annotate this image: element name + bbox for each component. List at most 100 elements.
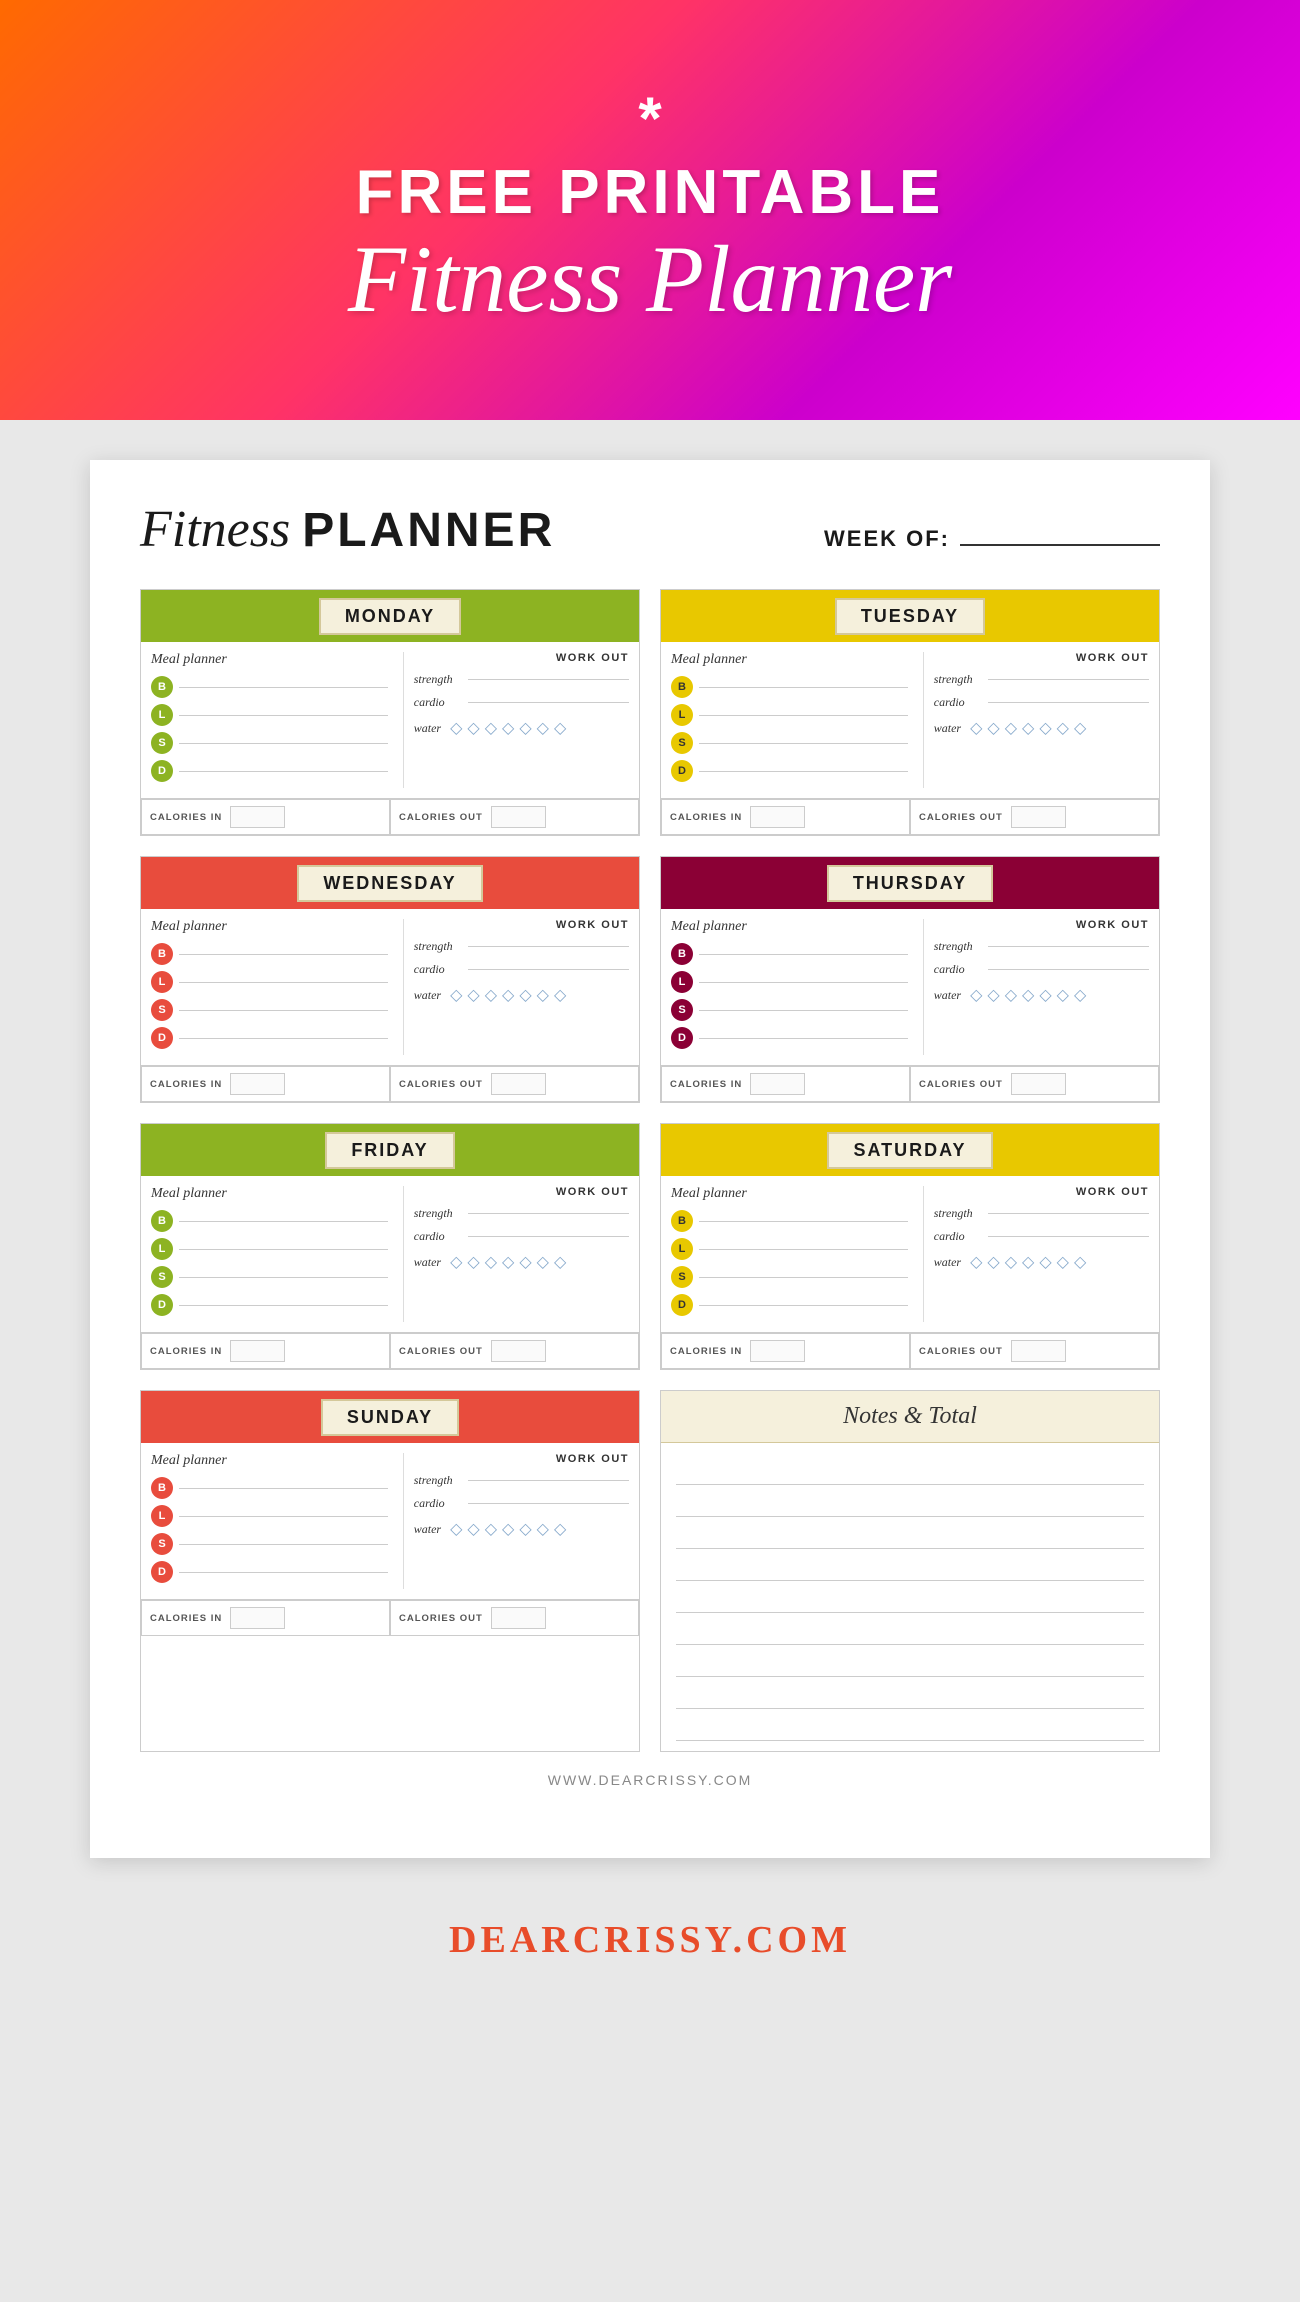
water-drop-5: ◇ (519, 718, 531, 738)
calories-row-monday: CALORIES IN CALORIES OUT (141, 798, 639, 835)
day-badge-tuesday: TUESDAY (835, 598, 985, 635)
planner-page: Fitness PLANNER WEEK OF: MONDAY Meal pla… (90, 460, 1210, 1858)
water-row-monday: water ◇ ◇ ◇ ◇ ◇ ◇ ◇ (414, 718, 629, 738)
card-body-saturday: Meal planner B L S D WORK OUT strength c… (661, 1176, 1159, 1322)
day-header-wednesday: WEDNESDAY (141, 857, 639, 909)
day-header-saturday: SATURDAY (661, 1124, 1159, 1176)
notes-title: Notes & Total (843, 1403, 977, 1429)
calories-row-sunday: CALORIES IN CALORIES OUT (141, 1599, 639, 1636)
day-name-sunday: SUNDAY (347, 1407, 433, 1427)
day-card-sunday: SUNDAY Meal planner B L S D WORK OUT str… (140, 1390, 640, 1752)
bottom-row: SUNDAY Meal planner B L S D WORK OUT str… (140, 1390, 1160, 1752)
water-drop-3: ◇ (485, 718, 497, 738)
header-banner: * FREE PRINTABLE Fitness Planner (0, 0, 1300, 420)
title-script: Fitness (140, 500, 290, 559)
cal-out-box[interactable] (491, 806, 546, 828)
cal-out-label: CALORIES OUT (399, 812, 483, 823)
day-name-friday: FRIDAY (351, 1140, 428, 1160)
card-body-wednesday: Meal planner B L S D WORK OUT strength c… (141, 909, 639, 1055)
notes-card: Notes & Total (660, 1390, 1160, 1752)
workout-section-monday: WORK OUT strength cardio water ◇ ◇ ◇ (403, 652, 629, 788)
day-header-monday: MONDAY (141, 590, 639, 642)
header-fitness-planner-text: Fitness Planner (348, 227, 952, 332)
meal-item-l: L (151, 704, 388, 726)
card-body-friday: Meal planner B L S D WORK OUT strength c… (141, 1176, 639, 1322)
day-header-thursday: THURSDAY (661, 857, 1159, 909)
day-card-tuesday: TUESDAY Meal planner B L S D WORK OUT st… (660, 589, 1160, 836)
day-name-tuesday: TUESDAY (861, 606, 959, 626)
page-header: Fitness PLANNER WEEK OF: (140, 500, 1160, 559)
workout-label-monday: WORK OUT (414, 652, 629, 664)
notes-line-3[interactable] (676, 1517, 1144, 1549)
day-badge-sunday: SUNDAY (321, 1399, 459, 1436)
day-badge-saturday: SATURDAY (827, 1132, 992, 1169)
notes-line-1[interactable] (676, 1453, 1144, 1485)
water-drop-2: ◇ (467, 718, 479, 738)
page-title: Fitness PLANNER (140, 500, 555, 559)
water-drop-7: ◇ (554, 718, 566, 738)
day-header-tuesday: TUESDAY (661, 590, 1159, 642)
workout-section-tuesday: WORK OUT strength cardio water ◇◇◇◇◇◇◇ (923, 652, 1149, 788)
day-badge-monday: MONDAY (319, 598, 461, 635)
day-card-monday: MONDAY Meal planner B L S (140, 589, 640, 836)
water-drop-1: ◇ (450, 718, 462, 738)
notes-lines (661, 1443, 1159, 1751)
notes-line-2[interactable] (676, 1485, 1144, 1517)
calories-row-saturday: CALORIES IN CALORIES OUT (661, 1332, 1159, 1369)
notes-line-4[interactable] (676, 1549, 1144, 1581)
header-asterisk: * (638, 89, 661, 149)
day-badge-wednesday: WEDNESDAY (297, 865, 482, 902)
notes-header: Notes & Total (661, 1391, 1159, 1443)
cal-in-monday: CALORIES IN (141, 799, 390, 835)
meal-section-monday: Meal planner B L S D (151, 652, 393, 788)
notes-line-7[interactable] (676, 1645, 1144, 1677)
strength-label: strength (414, 672, 462, 687)
notes-line-5[interactable] (676, 1581, 1144, 1613)
meal-circle-s: S (151, 732, 173, 754)
day-name-thursday: THURSDAY (853, 873, 967, 893)
meal-label-tuesday: Meal planner (671, 652, 908, 668)
meal-line-s (179, 743, 388, 744)
day-name-saturday: SATURDAY (853, 1140, 966, 1160)
card-body-sunday: Meal planner B L S D WORK OUT strength c… (141, 1443, 639, 1589)
notes-line-8[interactable] (676, 1677, 1144, 1709)
water-drop-6: ◇ (537, 718, 549, 738)
meal-item-s: S (151, 732, 388, 754)
notes-line-9[interactable] (676, 1709, 1144, 1741)
cal-out-monday: CALORIES OUT (390, 799, 639, 835)
footer-brand: DEARCRISSY.COM (0, 1898, 1300, 1992)
calories-row-wednesday: CALORIES IN CALORIES OUT (141, 1065, 639, 1102)
card-body-tuesday: Meal planner B L S D WORK OUT strength c… (661, 642, 1159, 788)
meal-line-d (179, 771, 388, 772)
day-header-sunday: SUNDAY (141, 1391, 639, 1443)
calories-row-thursday: CALORIES IN CALORIES OUT (661, 1065, 1159, 1102)
day-card-wednesday: WEDNESDAY Meal planner B L S D WORK OUT … (140, 856, 640, 1103)
title-block: PLANNER (302, 503, 555, 558)
footer-url: WWW.DEARCRISSY.COM (140, 1772, 1160, 1788)
meal-section-tuesday: Meal planner B L S D (671, 652, 913, 788)
meal-circle-l: L (151, 704, 173, 726)
header-free-printable-text: FREE PRINTABLE (356, 159, 945, 227)
week-of-section: WEEK OF: (824, 526, 1160, 552)
cal-in-box[interactable] (230, 806, 285, 828)
cal-in-label: CALORIES IN (150, 812, 222, 823)
notes-line-6[interactable] (676, 1613, 1144, 1645)
week-of-line (960, 544, 1160, 546)
calories-row-tuesday: CALORIES IN CALORIES OUT (661, 798, 1159, 835)
calories-row-friday: CALORIES IN CALORIES OUT (141, 1332, 639, 1369)
day-card-thursday: THURSDAY Meal planner B L S D WORK OUT s… (660, 856, 1160, 1103)
day-header-friday: FRIDAY (141, 1124, 639, 1176)
workout-strength-monday: strength (414, 672, 629, 687)
meal-item-d: D (151, 760, 388, 782)
meal-circle-b: B (151, 676, 173, 698)
card-body-thursday: Meal planner B L S D WORK OUT strength c… (661, 909, 1159, 1055)
day-name-monday: MONDAY (345, 606, 435, 626)
week-of-label: WEEK OF: (824, 526, 950, 552)
day-card-saturday: SATURDAY Meal planner B L S D WORK OUT s… (660, 1123, 1160, 1370)
meal-label-monday: Meal planner (151, 652, 388, 668)
meal-line-l (179, 715, 388, 716)
day-card-friday: FRIDAY Meal planner B L S D WORK OUT str… (140, 1123, 640, 1370)
meal-item-b: B (151, 676, 388, 698)
workout-cardio-monday: cardio (414, 695, 629, 710)
meal-line-b (179, 687, 388, 688)
